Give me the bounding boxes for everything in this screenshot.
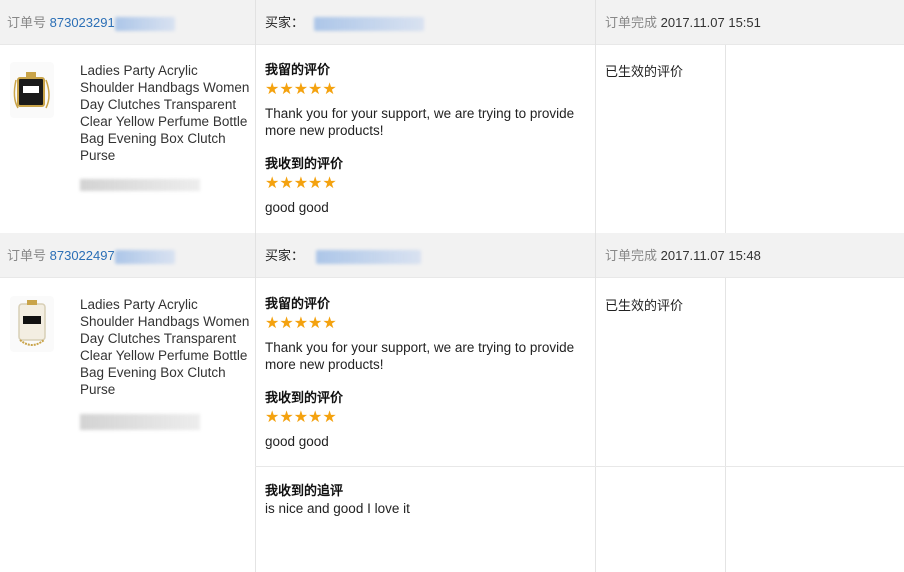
- order-header: 订单号 873022497 买家： 订单完成 2017.11.07 15:48: [0, 233, 904, 278]
- my-review-text: Thank you for your support, we are tryin…: [265, 340, 575, 372]
- my-review-label: 我留的评价: [265, 62, 331, 77]
- completion-info: 订单完成 2017.11.07 15:48: [605, 233, 761, 278]
- order-number-link[interactable]: 873023291: [50, 15, 115, 30]
- product-meta-redacted: [80, 179, 200, 194]
- completed-label: 订单完成: [605, 248, 658, 263]
- my-review-label: 我留的评价: [265, 296, 331, 311]
- my-review: 我留的评价 ★★★★★ Thank you for your support, …: [265, 61, 585, 139]
- received-rating-stars: ★★★★★: [265, 409, 337, 426]
- order-number-label: 订单号: [7, 248, 47, 263]
- buyer-name-redacted[interactable]: [315, 249, 421, 264]
- my-rating-stars: ★★★★★: [265, 315, 337, 332]
- product-meta-redacted: [80, 414, 200, 433]
- review-status: 已生效的评价: [605, 298, 684, 313]
- redacted-order-suffix: [114, 16, 175, 31]
- clear-perfume-clutch-image[interactable]: [10, 296, 54, 352]
- buyer-name-redacted[interactable]: [313, 16, 424, 31]
- order-number-label: 订单号: [7, 15, 47, 30]
- received-review: 我收到的评价 ★★★★★ good good: [265, 389, 585, 450]
- completed-time: 2017.11.07 15:48: [660, 248, 761, 263]
- received-review: 我收到的评价 ★★★★★ good good: [265, 155, 585, 216]
- completion-info: 订单完成 2017.11.07 15:51: [605, 0, 761, 45]
- completed-label: 订单完成: [605, 15, 658, 30]
- review-status: 已生效的评价: [605, 64, 684, 79]
- buyer: 买家：: [265, 233, 421, 278]
- order-number: 订单号 873022497: [7, 233, 175, 278]
- order-number-link[interactable]: 873022497: [50, 248, 115, 263]
- order-header: 订单号 873023291 买家： 订单完成 2017.11.07 15:51: [0, 0, 904, 45]
- black-box-clutch-image[interactable]: [10, 62, 54, 118]
- followup-review: 我收到的追评 is nice and good I love it: [265, 482, 585, 517]
- redacted-order-suffix: [114, 249, 175, 264]
- received-review-text: good good: [265, 200, 329, 215]
- buyer-label: 买家：: [265, 15, 305, 30]
- received-rating-stars: ★★★★★: [265, 175, 337, 192]
- order-card: 订单号 873023291 买家： 订单完成 2017.11.07 15:51 …: [0, 0, 904, 233]
- followup-review-label: 我收到的追评: [265, 483, 344, 498]
- received-review-label: 我收到的评价: [265, 390, 344, 405]
- order-card: 订单号 873022497 买家： 订单完成 2017.11.07 15:48 …: [0, 233, 904, 572]
- completed-time: 2017.11.07 15:51: [660, 15, 761, 30]
- order-number: 订单号 873023291: [7, 0, 175, 45]
- buyer-label: 买家：: [265, 248, 305, 263]
- my-rating-stars: ★★★★★: [265, 81, 337, 98]
- followup-review-text: is nice and good I love it: [265, 501, 410, 516]
- product-title-link[interactable]: Ladies Party Acrylic Shoulder Handbags W…: [80, 296, 250, 398]
- received-review-text: good good: [265, 434, 329, 449]
- my-review: 我留的评价 ★★★★★ Thank you for your support, …: [265, 295, 585, 373]
- received-review-label: 我收到的评价: [265, 156, 344, 171]
- buyer: 买家：: [265, 0, 424, 45]
- my-review-text: Thank you for your support, we are tryin…: [265, 106, 575, 138]
- product-title-link[interactable]: Ladies Party Acrylic Shoulder Handbags W…: [80, 62, 250, 164]
